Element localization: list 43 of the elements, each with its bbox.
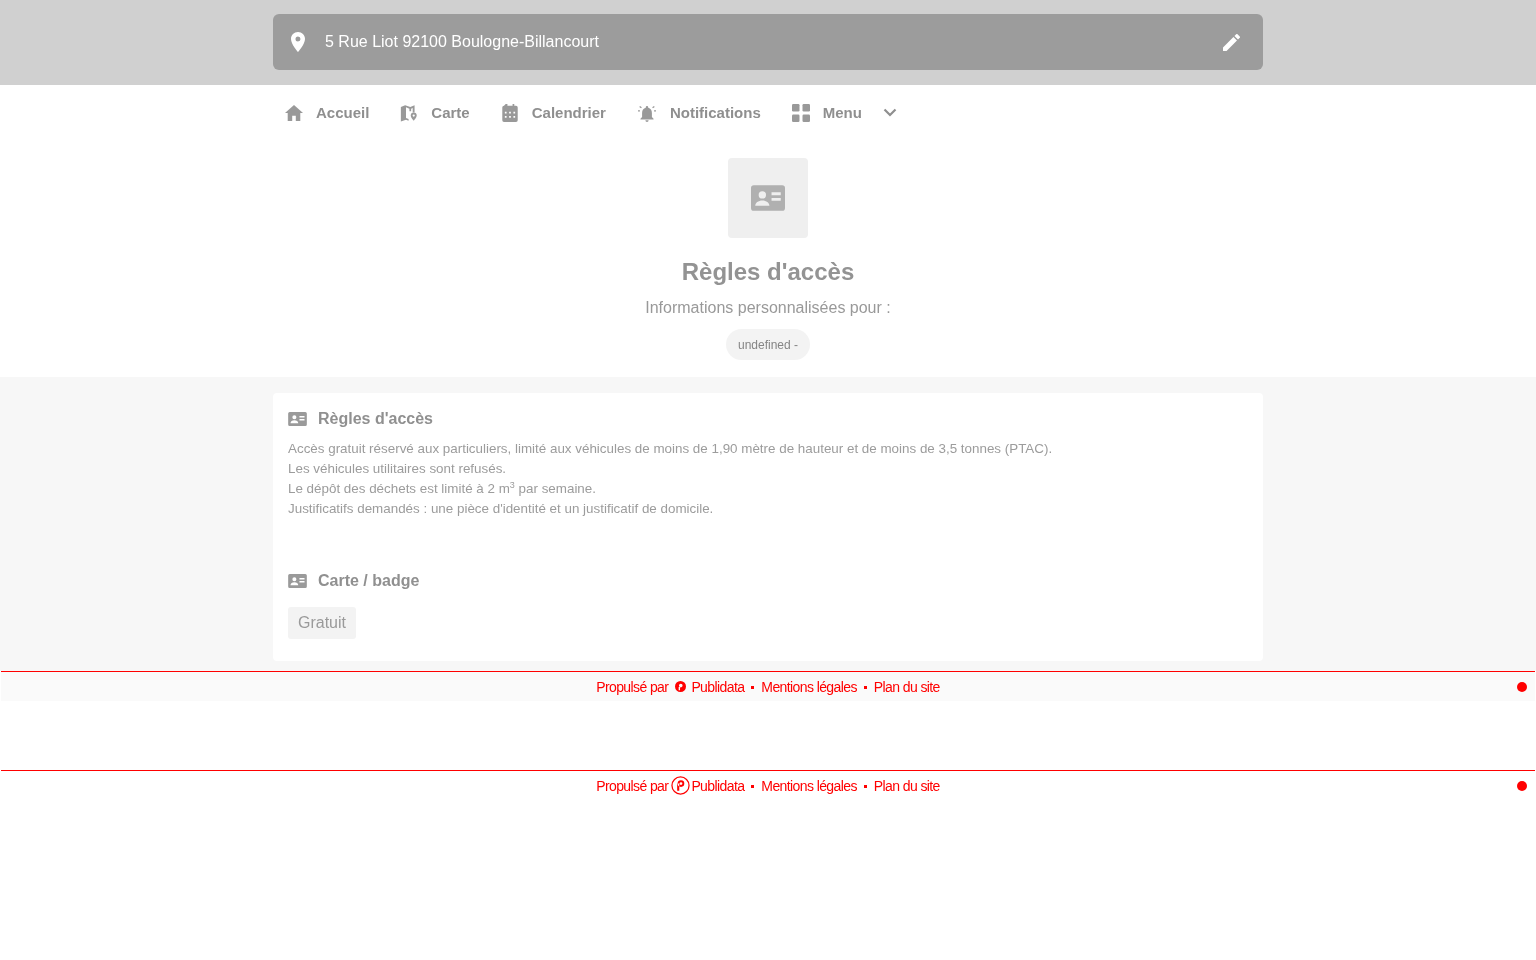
rule-text: Le dépôt des déchets est limité à 2 m$^{3}$ par semaine.	[288, 479, 597, 498]
subtitle-text: Informations personnalisées pour :	[645, 298, 891, 318]
rule-text: Justificatifs demandés : une pièce d'identité et un justificatif de domicile.	[288, 500, 715, 518]
rule-text: Accès gratuit réservé aux particuliers, limité aux véhicules de moins de 1,90 mètre de hauteur et de moins de 3,5 tonnes (PTAC).	[288, 440, 1054, 458]
bullet-icon	[863, 685, 867, 689]
id-card-icon	[288, 574, 307, 588]
nav-link[interactable]: Menu	[779, 103, 897, 122]
nav-link[interactable]: Notifications	[624, 103, 761, 122]
logo-icon	[675, 681, 687, 692]
powered-by-text: Propulsé par	[596, 777, 669, 794]
footer-link[interactable]: Plan du site	[873, 678, 940, 695]
brand-link[interactable]: Publidata	[691, 678, 745, 695]
footer-link[interactable]: Plan du site	[873, 777, 940, 794]
id-card-icon	[288, 412, 307, 426]
id-card-icon	[751, 185, 785, 211]
address-bar[interactable]: 5 Rue Liot 92100 Boulogne-Billancourt	[273, 14, 1263, 70]
page-title: Règles d'accès	[681, 257, 855, 287]
profile-pill[interactable]: undefined -	[725, 329, 810, 360]
bell-icon	[636, 103, 657, 122]
pencil-icon	[1222, 33, 1240, 51]
logo-icon	[671, 776, 691, 795]
location-pin-icon	[291, 32, 305, 52]
section-title: Règles d'accès	[318, 410, 433, 428]
home-icon	[285, 103, 303, 122]
nav-link[interactable]: Accueil	[273, 103, 370, 122]
nav-link[interactable]: Carte	[388, 103, 470, 122]
calendar-icon	[500, 103, 519, 122]
price-tag: Gratuit	[288, 607, 356, 639]
bullet-icon	[751, 685, 755, 689]
footer-link[interactable]: Mentions légales	[761, 678, 857, 695]
section-title: Carte / badge	[318, 572, 420, 590]
map-pin-icon	[400, 103, 419, 122]
bullet-icon	[751, 784, 755, 788]
dot-icon	[1517, 681, 1527, 692]
brand-link[interactable]: Publidata	[691, 777, 745, 794]
dot-icon	[1517, 780, 1527, 791]
footer-link[interactable]: Mentions légales	[761, 777, 857, 794]
nav-link[interactable]: Calendrier	[488, 103, 606, 122]
powered-by-text: Propulsé par	[596, 678, 669, 695]
rule-text: Les véhicules utilitaires sont refusés.	[288, 460, 508, 478]
grid-icon	[791, 103, 810, 122]
address-text: 5 Rue Liot 92100 Boulogne-Billancourt	[325, 33, 600, 51]
bullet-icon	[863, 784, 867, 788]
